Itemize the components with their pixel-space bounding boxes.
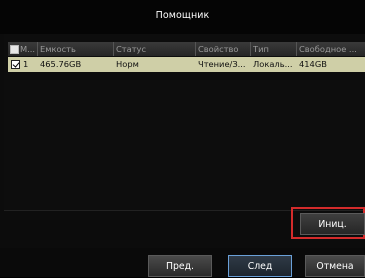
- row-property: Чтение/З...: [198, 59, 246, 69]
- next-button[interactable]: След: [228, 255, 292, 277]
- table-header: М... Емкость Статус Свойство Тип Свободн…: [8, 42, 365, 56]
- row-checkbox[interactable]: [11, 60, 20, 69]
- column-header-type[interactable]: Тип: [251, 42, 297, 56]
- column-header-property[interactable]: Свойство: [196, 42, 251, 56]
- row-index: 1: [23, 59, 29, 69]
- row-capacity: 465.76GB: [40, 59, 82, 69]
- cancel-button[interactable]: Отмена: [305, 255, 365, 277]
- table-row[interactable]: 1 465.76GB Норм Чтение/З... Локаль... 41…: [8, 57, 365, 72]
- column-header-capacity[interactable]: Емкость: [38, 42, 114, 56]
- column-header-label: М...: [20, 44, 36, 54]
- row-status: Норм: [116, 59, 139, 69]
- column-header-free[interactable]: Свободное ...: [297, 42, 365, 56]
- row-type: Локаль...: [253, 59, 293, 69]
- dialog-title: Помощник: [155, 10, 210, 21]
- row-free: 414GB: [299, 59, 327, 69]
- prev-button[interactable]: Пред.: [148, 255, 212, 277]
- title-bar: Помощник: [0, 0, 365, 34]
- init-button[interactable]: Иниц.: [300, 213, 365, 235]
- column-header-status[interactable]: Статус: [114, 42, 196, 56]
- column-header-select[interactable]: М...: [8, 42, 38, 56]
- select-all-checkbox[interactable]: [10, 45, 19, 54]
- wizard-dialog: Помощник М... Емкость Статус Свойство Ти…: [0, 0, 365, 277]
